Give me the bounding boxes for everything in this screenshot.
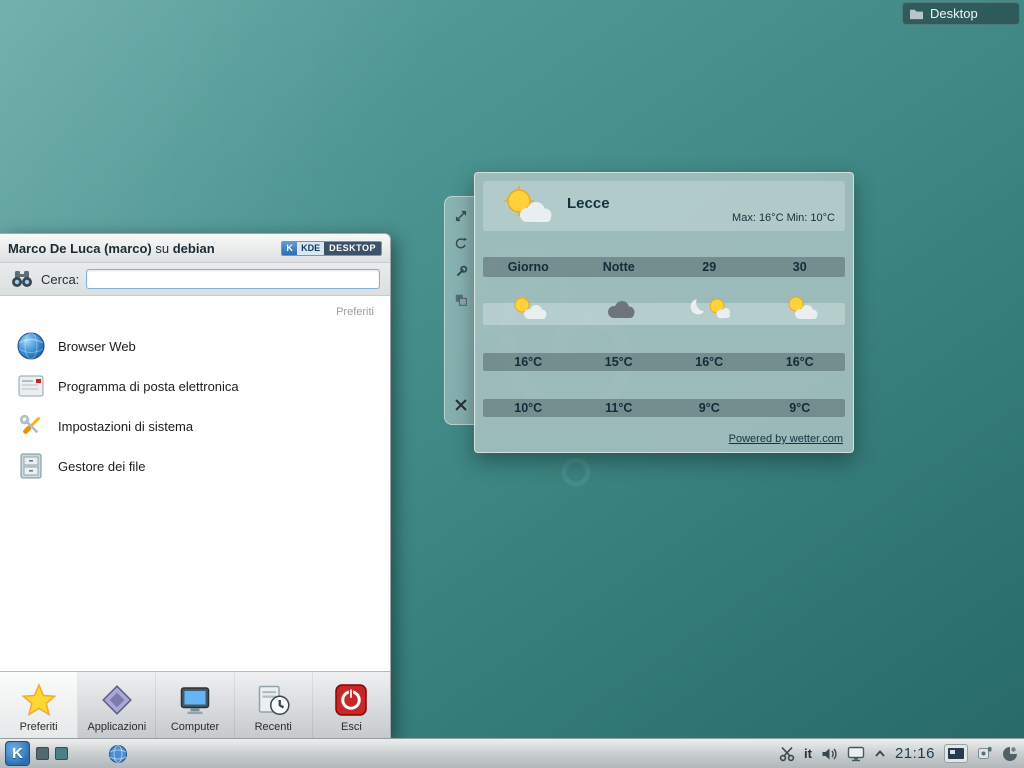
weather-city: Lecce (567, 195, 610, 212)
star-icon (20, 682, 58, 718)
night-temp: 9°C (755, 399, 846, 417)
weather-col-label: 29 (664, 257, 755, 277)
system-tray: it 21:16 (779, 744, 1019, 763)
weather-max-min: Max: 16°C Min: 10°C (732, 212, 835, 224)
kickoff-tabs: Preferiti Applicazioni Computer Recenti … (0, 671, 390, 738)
weather-column-headers: Giorno Notte 29 30 (483, 257, 845, 277)
night-temp: 9°C (664, 399, 755, 417)
weather-col-label: Notte (574, 257, 665, 277)
sun-cloud-icon (483, 303, 574, 325)
weather-widget-handle[interactable] (444, 196, 476, 425)
favorite-label: Impostazioni di sistema (58, 419, 193, 434)
day-temp: 15°C (574, 353, 665, 371)
tab-preferiti[interactable]: Preferiti (0, 672, 78, 738)
tab-label: Esci (341, 721, 362, 733)
night-temp: 10°C (483, 399, 574, 417)
kickoff-user-line: Marco De Luca (marco) su debian (8, 241, 215, 256)
day-temp: 16°C (483, 353, 574, 371)
clipboard-scissors-icon[interactable] (779, 746, 795, 762)
kde-desktop-badge: K KDE DESKTOP (281, 241, 382, 256)
digital-clock[interactable]: 21:16 (895, 745, 935, 762)
favorite-label: Browser Web (58, 339, 136, 354)
power-icon (333, 682, 369, 718)
kickoff-launcher: Marco De Luca (marco) su debian K KDE DE… (0, 233, 391, 738)
volume-icon[interactable] (821, 746, 838, 762)
rotate-icon[interactable] (452, 235, 470, 253)
sun-cloud-icon (493, 185, 557, 227)
desktop-badge-text: DESKTOP (324, 242, 381, 255)
panel-globe-icon[interactable] (108, 744, 128, 764)
favorite-item-browser[interactable]: Browser Web (14, 326, 376, 366)
section-label: Preferiti (14, 304, 376, 326)
sun-cloud-icon (755, 303, 846, 325)
resize-icon[interactable] (452, 207, 470, 225)
tray-expander-chevron-up-icon[interactable] (874, 749, 886, 758)
kickoff-content: Preferiti Browser Web (0, 296, 390, 671)
host-name: debian (173, 241, 215, 256)
kmenu-button[interactable]: K (5, 741, 30, 766)
kde-logo-icon: K (282, 242, 297, 255)
computer-icon (177, 682, 213, 718)
bottom-panel: K it 21:16 (0, 738, 1024, 768)
moon-sun-icon (664, 303, 755, 325)
search-input[interactable] (86, 269, 380, 289)
night-temp: 11°C (574, 399, 665, 417)
tab-esci[interactable]: Esci (313, 672, 390, 738)
crossed-tools-icon (16, 411, 46, 441)
weather-icons-row (483, 303, 845, 325)
settings-icon[interactable] (452, 291, 470, 309)
weather-widget: Lecce Max: 16°C Min: 10°C Giorno Notte 2… (474, 172, 854, 453)
tray-extra-icon[interactable] (977, 746, 992, 761)
night-cloud-icon (574, 303, 665, 325)
favorite-label: Programma di posta elettronica (58, 379, 239, 394)
user-name: Marco De Luca (marco) (8, 241, 152, 256)
user-separator: su (152, 241, 173, 256)
file-manager-icon (16, 451, 46, 481)
kde-badge-text: KDE (297, 242, 324, 255)
web-browser-icon (16, 331, 46, 361)
favorite-item-mail[interactable]: Programma di posta elettronica (14, 366, 376, 406)
search-label: Cerca: (41, 272, 79, 287)
close-icon[interactable] (452, 396, 470, 414)
pager-screen (948, 748, 964, 759)
tab-recenti[interactable]: Recenti (235, 672, 313, 738)
tab-label: Applicazioni (87, 721, 146, 733)
favorite-item-settings[interactable]: Impostazioni di sistema (14, 406, 376, 446)
tab-applicazioni[interactable]: Applicazioni (78, 672, 156, 738)
kickoff-header: Marco De Luca (marco) su debian K KDE DE… (0, 234, 390, 263)
applications-icon (99, 682, 135, 718)
mail-icon (16, 371, 46, 401)
favorite-label: Gestore dei file (58, 459, 145, 474)
desktop: { "desktop": { "folder_widget_title": "D… (0, 0, 1024, 768)
device-notifier-icon[interactable] (847, 746, 865, 762)
panel-launcher-icon-1[interactable] (36, 747, 49, 760)
wrench-icon[interactable] (452, 263, 470, 281)
weather-night-temps: 10°C 11°C 9°C 9°C (483, 399, 845, 417)
binoculars-icon (10, 270, 34, 288)
tab-label: Preferiti (20, 721, 58, 733)
weather-col-label: 30 (755, 257, 846, 277)
folder-view-widget[interactable]: Desktop (902, 2, 1020, 25)
pager-icon[interactable] (944, 744, 968, 763)
weather-col-label: Giorno (483, 257, 574, 277)
day-temp: 16°C (755, 353, 846, 371)
panel-launcher-icon-2[interactable] (55, 747, 68, 760)
weather-header: Lecce Max: 16°C Min: 10°C (483, 181, 845, 231)
recent-clock-icon (255, 682, 291, 718)
favorite-item-filemanager[interactable]: Gestore dei file (14, 446, 376, 486)
tab-label: Recenti (255, 721, 292, 733)
kickoff-search-row: Cerca: (0, 263, 390, 296)
folder-widget-title: Desktop (930, 6, 978, 21)
weather-credit-link[interactable]: Powered by wetter.com (729, 433, 843, 445)
weather-day-temps: 16°C 15°C 16°C 16°C (483, 353, 845, 371)
tab-label: Computer (171, 721, 219, 733)
folder-icon (909, 7, 924, 20)
keyboard-layout-indicator[interactable]: it (804, 746, 812, 761)
panel-cashew-icon[interactable] (1001, 745, 1019, 763)
tab-computer[interactable]: Computer (156, 672, 234, 738)
day-temp: 16°C (664, 353, 755, 371)
